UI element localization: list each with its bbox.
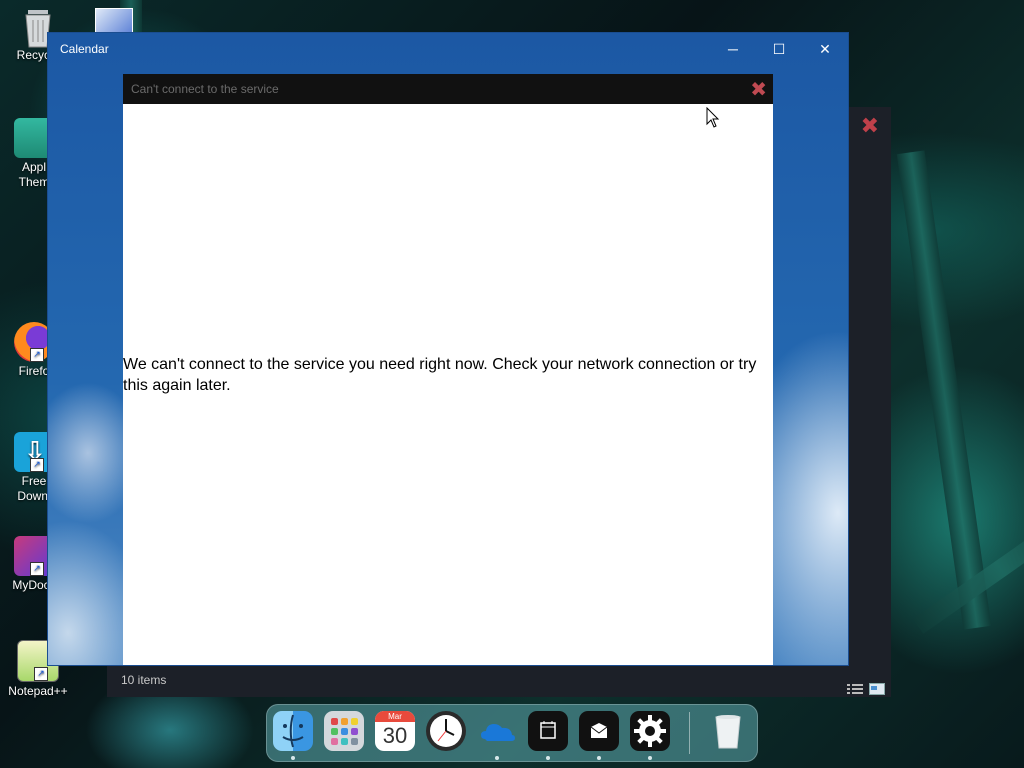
error-dialog: Can't connect to the service ✖ We can't … bbox=[123, 74, 773, 665]
settings-gear-icon[interactable] bbox=[630, 711, 670, 751]
error-message: We can't connect to the service you need… bbox=[123, 356, 757, 394]
shortcut-arrow-icon: ↗ bbox=[34, 667, 48, 681]
dialog-close-icon[interactable]: ✖ bbox=[750, 77, 767, 102]
window-title: Calendar bbox=[60, 42, 109, 56]
item-count: 10 items bbox=[121, 673, 167, 687]
shortcut-arrow-icon: ↗ bbox=[30, 562, 44, 576]
wallpaper-pipe bbox=[896, 150, 992, 630]
calendar-icon[interactable]: Mar 30 bbox=[375, 711, 415, 751]
onedrive-icon[interactable] bbox=[477, 711, 517, 751]
desktop-image-thumbnail[interactable] bbox=[95, 8, 133, 36]
launchpad-icon[interactable] bbox=[324, 711, 364, 751]
calendar-day: 30 bbox=[382, 723, 408, 748]
shortcut-arrow-icon: ↗ bbox=[30, 348, 44, 362]
mouse-cursor-icon bbox=[706, 106, 720, 134]
calendar-window[interactable]: Calendar ─ ☐ ✕ Can't connect to the serv… bbox=[48, 33, 848, 665]
mail-icon[interactable] bbox=[579, 711, 619, 751]
dialog-header: Can't connect to the service ✖ bbox=[123, 74, 773, 104]
window-titlebar[interactable]: Calendar ─ ☐ ✕ bbox=[48, 33, 848, 65]
running-indicator bbox=[597, 756, 601, 760]
close-button[interactable]: ✕ bbox=[802, 33, 848, 65]
dock-separator bbox=[689, 712, 690, 754]
calendar-month: Mar bbox=[375, 711, 415, 722]
maximize-button[interactable]: ☐ bbox=[756, 33, 802, 65]
running-indicator bbox=[546, 756, 550, 760]
minimize-button[interactable]: ─ bbox=[710, 33, 756, 65]
close-icon[interactable]: ✖ bbox=[861, 113, 879, 139]
running-indicator bbox=[648, 756, 652, 760]
clock-icon[interactable] bbox=[426, 711, 466, 751]
status-bar: 10 items bbox=[107, 663, 891, 697]
dialog-title: Can't connect to the service bbox=[131, 82, 279, 96]
details-view-icon[interactable] bbox=[847, 674, 863, 694]
desktop-icon-label: Notepad++ bbox=[8, 684, 68, 698]
dock: Mar 30 bbox=[266, 704, 758, 762]
running-indicator bbox=[495, 756, 499, 760]
finder-icon[interactable] bbox=[273, 711, 313, 751]
running-indicator bbox=[291, 756, 295, 760]
trash-icon[interactable] bbox=[708, 711, 748, 751]
calendar-app-icon[interactable] bbox=[528, 711, 568, 751]
tiles-view-icon[interactable] bbox=[869, 674, 885, 695]
shortcut-arrow-icon: ↗ bbox=[30, 458, 44, 472]
